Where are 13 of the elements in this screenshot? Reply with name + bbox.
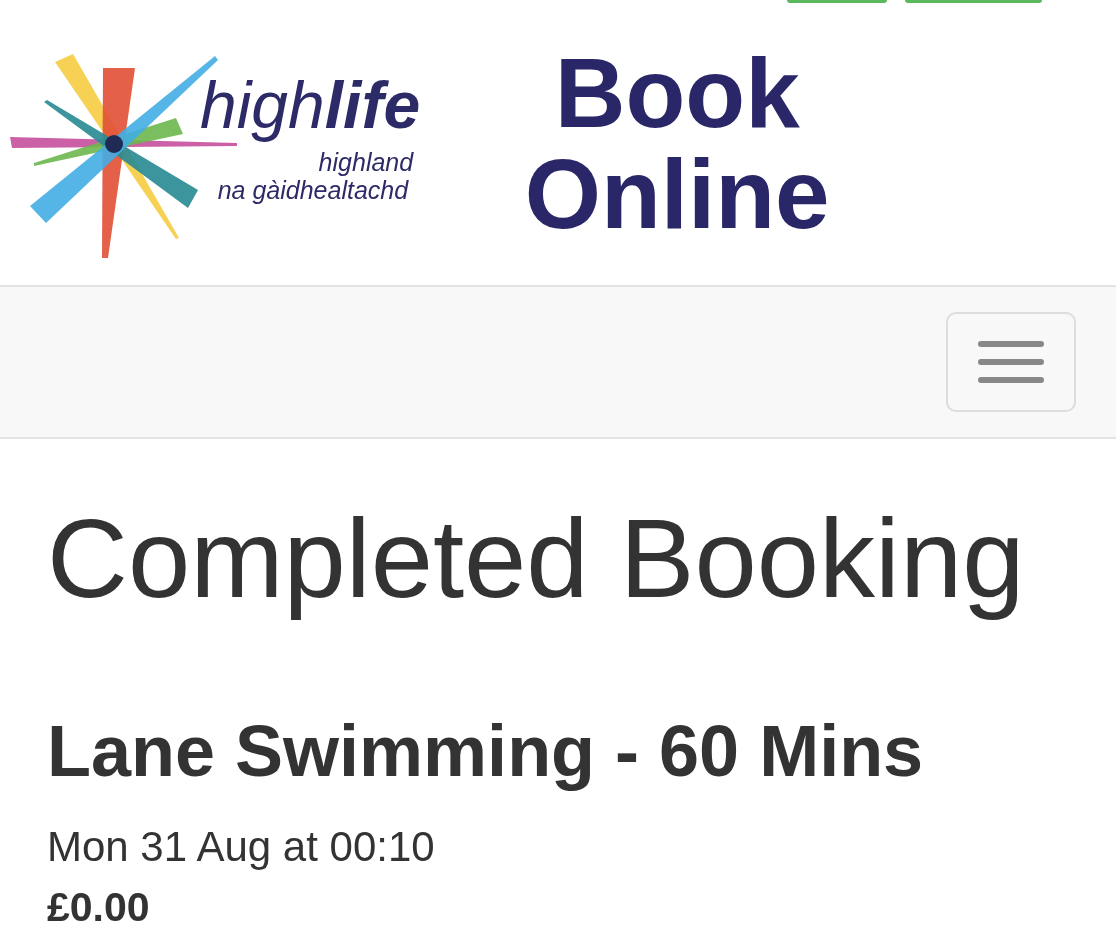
booking-price: £0.00 [47,887,150,927]
header-button[interactable] [905,0,1042,3]
site-title-line: Online [524,144,830,245]
menu-toggle-button[interactable] [946,312,1076,412]
region-name: highland [318,148,414,176]
booking-date-time: Mon 31 Aug at 00:10 [47,822,435,872]
activity-name: Lane Swimming - 60 Mins [47,711,924,791]
brand-name: highlife [200,70,421,140]
page-title: Completed Booking [47,499,1025,619]
header-button[interactable] [787,0,887,3]
menu-icon [978,341,1044,383]
gaelic-region-name: na gàidhealtachd [217,176,409,204]
site-title-line: Book [554,43,800,144]
